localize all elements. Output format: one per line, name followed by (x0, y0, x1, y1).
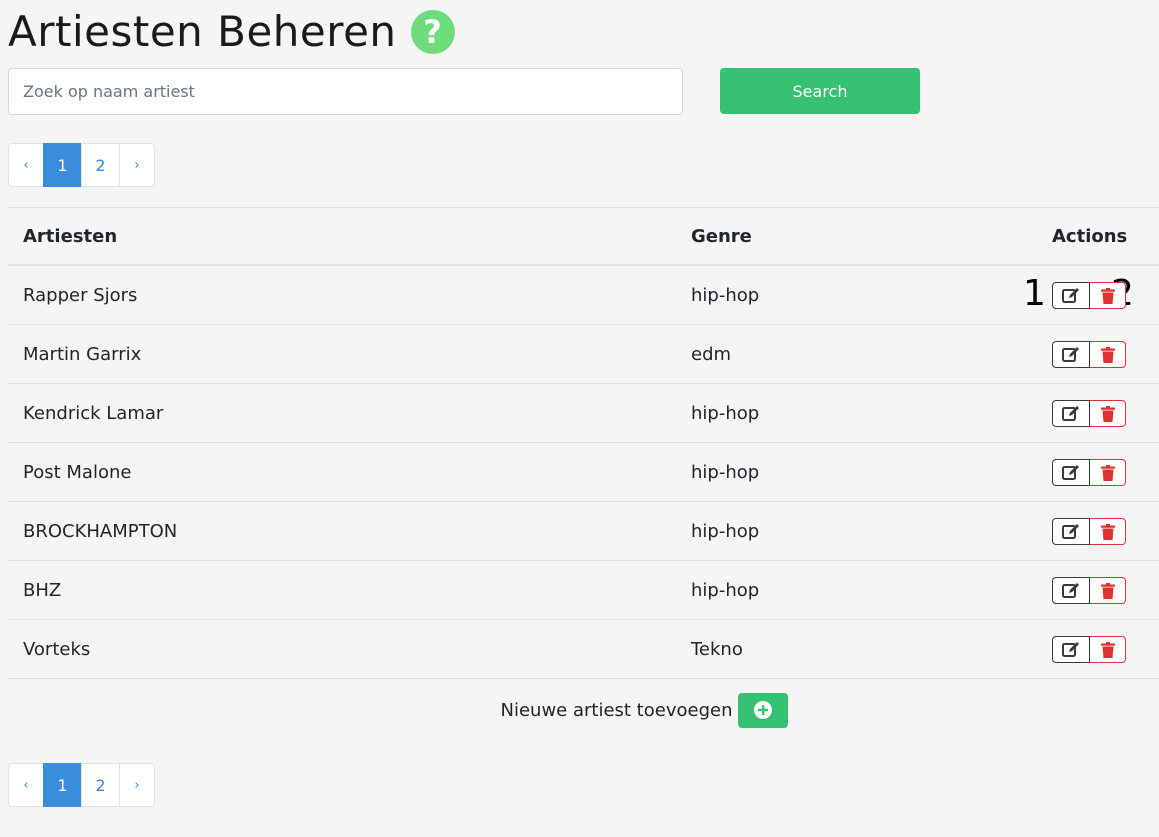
table-row: BROCKHAMPTON hip-hop (8, 502, 1159, 561)
pagination-page-1[interactable]: 1 (43, 143, 82, 187)
edit-button[interactable] (1052, 577, 1090, 604)
pagination-bottom: ‹ 1 2 › (8, 763, 155, 807)
delete-button[interactable] (1090, 282, 1126, 309)
edit-button[interactable] (1052, 636, 1090, 663)
row-actions (1031, 325, 1159, 383)
edit-button[interactable] (1052, 282, 1090, 309)
delete-button[interactable] (1090, 459, 1126, 486)
edit-icon (1062, 582, 1079, 598)
trash-icon (1100, 346, 1115, 363)
action-buttons (1052, 577, 1126, 604)
edit-icon (1062, 405, 1079, 421)
delete-button[interactable] (1090, 518, 1126, 545)
trash-icon (1100, 523, 1115, 540)
row-actions (1031, 620, 1159, 678)
plus-circle-icon (754, 701, 773, 719)
page-header: Artiesten Beheren ? (8, 4, 455, 60)
artist-genre: hip-hop (691, 520, 760, 542)
table-header: Artiesten Genre Actions (8, 207, 1159, 266)
row-actions (1031, 561, 1159, 619)
action-buttons (1052, 341, 1126, 368)
action-buttons (1052, 518, 1126, 545)
action-buttons (1052, 636, 1126, 663)
artists-table: Artiesten Genre Actions Rapper Sjors hip-… (8, 207, 1159, 679)
trash-icon (1100, 287, 1115, 304)
search-input[interactable] (8, 68, 683, 115)
artist-genre: Tekno (691, 638, 743, 660)
row-actions (1031, 443, 1159, 501)
artist-name: Kendrick Lamar (23, 402, 164, 424)
artist-name: Post Malone (23, 461, 132, 483)
edit-button[interactable] (1052, 400, 1090, 427)
trash-icon (1100, 464, 1115, 481)
artist-name: Martin Garrix (23, 343, 142, 365)
edit-icon (1062, 287, 1079, 303)
page-title: Artiesten Beheren (8, 7, 397, 56)
row-actions (1031, 502, 1159, 560)
artist-name: BHZ (23, 579, 62, 601)
edit-icon (1062, 641, 1079, 657)
table-body: Rapper Sjors hip-hop 12 Martin Garrix edm Ken… (8, 266, 1159, 679)
pagination-prev[interactable]: ‹ (8, 143, 44, 187)
pagination-prev[interactable]: ‹ (8, 763, 44, 807)
header-genre: Genre (691, 225, 752, 247)
question-circle-icon[interactable]: ? (410, 10, 455, 54)
header-actions: Actions (1052, 225, 1128, 247)
artist-genre: edm (691, 343, 732, 365)
delete-button[interactable] (1090, 636, 1126, 663)
action-buttons (1052, 282, 1126, 309)
delete-button[interactable] (1090, 577, 1126, 604)
edit-icon (1062, 523, 1079, 539)
table-row: BHZ hip-hop (8, 561, 1159, 620)
edit-icon (1062, 346, 1079, 362)
action-buttons (1052, 459, 1126, 486)
table-row: Kendrick Lamar hip-hop (8, 384, 1159, 443)
artist-genre: hip-hop (691, 402, 760, 424)
table-row: Vorteks Tekno (8, 620, 1159, 679)
add-artist-button[interactable] (738, 692, 789, 728)
delete-button[interactable] (1090, 341, 1126, 368)
edit-button[interactable] (1052, 518, 1090, 545)
row-actions: 12 (1023, 266, 1159, 324)
delete-button[interactable] (1090, 400, 1126, 427)
search-button[interactable]: Search (720, 68, 920, 114)
add-artist-row: Nieuwe artiest toevoegen (0, 692, 1159, 728)
annotation-marker-1: 1 (1023, 273, 1046, 314)
table-row: Rapper Sjors hip-hop 12 (8, 266, 1159, 325)
trash-icon (1100, 582, 1115, 599)
table-row: Martin Garrix edm (8, 325, 1159, 384)
artist-genre: hip-hop (691, 284, 760, 306)
edit-button[interactable] (1052, 341, 1090, 368)
add-artist-label: Nieuwe artiest toevoegen (500, 699, 733, 721)
pagination-page-2[interactable]: 2 (81, 763, 120, 807)
header-artiesten: Artiesten (23, 225, 118, 247)
artist-genre: hip-hop (691, 579, 760, 601)
action-buttons (1052, 400, 1126, 427)
trash-icon (1100, 641, 1115, 658)
artist-name: Vorteks (23, 638, 91, 660)
pagination-next[interactable]: › (119, 763, 155, 807)
pagination-page-1[interactable]: 1 (43, 763, 82, 807)
pagination-top: ‹ 1 2 › (8, 143, 155, 187)
pagination-page-2[interactable]: 2 (81, 143, 120, 187)
trash-icon (1100, 405, 1115, 422)
artist-name: Rapper Sjors (23, 284, 138, 306)
edit-icon (1062, 464, 1079, 480)
artist-name: BROCKHAMPTON (23, 520, 178, 542)
pagination-next[interactable]: › (119, 143, 155, 187)
edit-button[interactable] (1052, 459, 1090, 486)
table-row: Post Malone hip-hop (8, 443, 1159, 502)
row-actions (1031, 384, 1159, 442)
artist-genre: hip-hop (691, 461, 760, 483)
